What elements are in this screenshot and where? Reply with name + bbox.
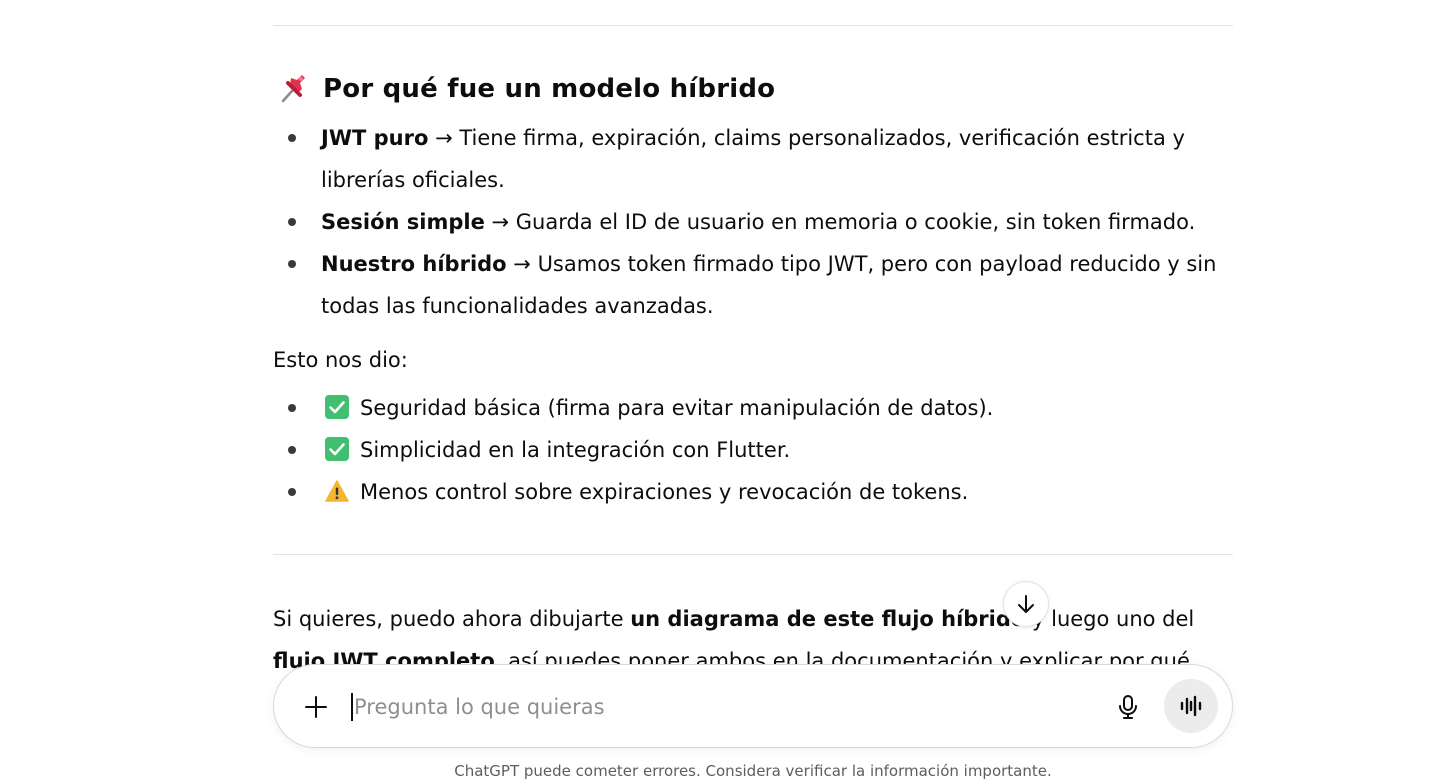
voice-mode-button[interactable] [1164, 679, 1218, 733]
result-intro: Esto nos dio: [273, 348, 408, 372]
check-mark-icon [325, 391, 349, 419]
warning-icon [325, 475, 349, 502]
arrow: → [484, 210, 516, 234]
text-caret [351, 693, 353, 721]
pushpin-icon [277, 72, 311, 106]
list-item: Sesión simple → Guarda el ID de usuario … [273, 201, 1233, 243]
microphone-icon [1119, 695, 1137, 719]
section-heading: Por qué fue un modelo híbrido [277, 72, 775, 106]
assistant-message: Por qué fue un modelo híbrido JWT puro →… [273, 0, 1233, 672]
list-item: Nuestro híbrido → Usamos token firmado t… [273, 243, 1233, 327]
voice-waveform-icon [1180, 695, 1202, 717]
chat-page: Por qué fue un modelo híbrido JWT puro →… [0, 0, 1451, 783]
list-item: Menos control sobre expiraciones y revoc… [273, 471, 1233, 513]
followup-bold: un diagrama de este flujo híbrido [630, 607, 1026, 631]
plus-icon [305, 696, 327, 718]
list-item: JWT puro → Tiene firma, expiración, clai… [273, 117, 1233, 201]
arrow: → [428, 126, 460, 150]
divider [273, 25, 1233, 26]
model-term: Nuestro híbrido [321, 252, 507, 276]
message-composer [273, 664, 1233, 748]
scroll-to-bottom-button[interactable] [1003, 581, 1049, 627]
check-mark-icon [325, 433, 349, 461]
list-item: Simplicidad en la integración con Flutte… [273, 429, 1233, 471]
followup-part: Si quieres, puedo ahora dibujarte [273, 607, 631, 631]
result-text: Simplicidad en la integración con Flutte… [360, 438, 791, 462]
divider [273, 554, 1233, 555]
prompt-input[interactable] [354, 687, 1074, 727]
model-term: Sesión simple [321, 210, 485, 234]
list-item: Seguridad básica (firma para evitar mani… [273, 387, 1233, 429]
model-term: JWT puro [321, 126, 429, 150]
result-list: Seguridad básica (firma para evitar mani… [273, 387, 1233, 513]
attach-button[interactable] [294, 685, 338, 729]
followup-part: y luego uno del [1025, 607, 1195, 631]
model-list: JWT puro → Tiene firma, expiración, clai… [273, 117, 1233, 327]
model-desc: Guarda el ID de usuario en memoria o coo… [515, 210, 1196, 234]
disclaimer-text: ChatGPT puede cometer errores. Considera… [454, 762, 1052, 780]
result-text: Menos control sobre expiraciones y revoc… [360, 480, 969, 504]
followup-text: Si quieres, puedo ahora dibujarte un dia… [273, 598, 1233, 672]
dictate-button[interactable] [1106, 685, 1150, 729]
arrow-down-icon [1018, 595, 1034, 613]
result-text: Seguridad básica (firma para evitar mani… [360, 396, 994, 420]
arrow: → [506, 252, 538, 276]
section-heading-text: Por qué fue un modelo híbrido [323, 74, 776, 104]
